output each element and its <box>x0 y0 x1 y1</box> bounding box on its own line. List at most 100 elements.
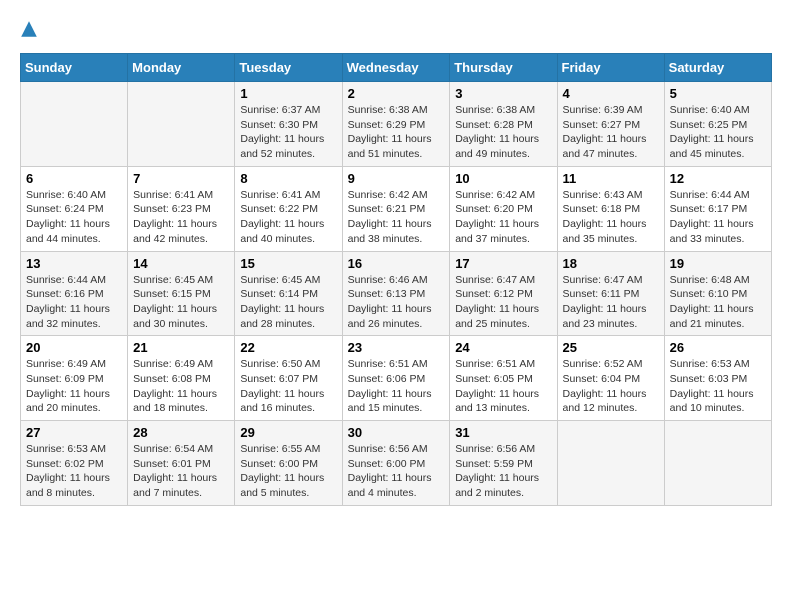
calendar-cell: 22Sunrise: 6:50 AMSunset: 6:07 PMDayligh… <box>235 336 342 421</box>
day-info: Sunrise: 6:56 AMSunset: 6:00 PMDaylight:… <box>348 442 445 501</box>
day-number: 13 <box>26 256 122 271</box>
day-number: 8 <box>240 171 336 186</box>
calendar-cell: 30Sunrise: 6:56 AMSunset: 6:00 PMDayligh… <box>342 421 450 506</box>
calendar-cell: 14 Sunrise: 6:45 AMSunset: 6:15 PMDayligh… <box>128 251 235 336</box>
day-info: Sunrise: 6:39 AMSunset: 6:27 PMDaylight:… <box>563 103 659 162</box>
day-info: Sunrise: 6:51 AMSunset: 6:06 PMDaylight:… <box>348 357 445 416</box>
week-row-3: 13 Sunrise: 6:44 AMSunset: 6:16 PMDayligh… <box>21 251 772 336</box>
calendar-cell: 5Sunrise: 6:40 AMSunset: 6:25 PMDaylight… <box>664 82 771 167</box>
calendar-body: 1Sunrise: 6:37 AMSunset: 6:30 PMDaylight… <box>21 82 772 506</box>
day-number: 21 <box>133 340 229 355</box>
day-number: 23 <box>348 340 445 355</box>
day-number: 24 <box>455 340 551 355</box>
day-info: Sunrise: 6:41 AMSunset: 6:22 PMDaylight:… <box>240 188 336 247</box>
day-info: Sunrise: 6:55 AMSunset: 6:00 PMDaylight:… <box>240 442 336 501</box>
day-number: 22 <box>240 340 336 355</box>
day-info: Sunrise: 6:40 AMSunset: 6:25 PMDaylight:… <box>670 103 766 162</box>
calendar-cell: 21 Sunrise: 6:49 AMSunset: 6:08 PMDayligh… <box>128 336 235 421</box>
logo <box>20 20 40 38</box>
calendar-cell: 11 Sunrise: 6:43 AMSunset: 6:18 PMDayligh… <box>557 166 664 251</box>
day-info: Sunrise: 6:47 AMSunset: 6:12 PMDaylight:… <box>455 273 551 332</box>
calendar-cell <box>21 82 128 167</box>
day-info: Sunrise: 6:42 AMSunset: 6:21 PMDaylight:… <box>348 188 445 247</box>
day-number: 1 <box>240 86 336 101</box>
day-info: Sunrise: 6:42 AMSunset: 6:20 PMDaylight:… <box>455 188 551 247</box>
calendar-cell: 31 Sunrise: 6:56 AMSunset: 5:59 PMDayligh… <box>450 421 557 506</box>
day-number: 14 <box>133 256 229 271</box>
week-row-2: 6 Sunrise: 6:40 AMSunset: 6:24 PMDaylight… <box>21 166 772 251</box>
day-info: Sunrise: 6:56 AMSunset: 5:59 PMDaylight:… <box>455 442 551 501</box>
calendar-cell: 2Sunrise: 6:38 AMSunset: 6:29 PMDaylight… <box>342 82 450 167</box>
day-number: 19 <box>670 256 766 271</box>
day-number: 25 <box>563 340 659 355</box>
day-info: Sunrise: 6:45 AMSunset: 6:14 PMDaylight:… <box>240 273 336 332</box>
day-number: 20 <box>26 340 122 355</box>
day-number: 4 <box>563 86 659 101</box>
day-info: Sunrise: 6:49 AMSunset: 6:08 PMDaylight:… <box>133 357 229 416</box>
calendar-cell <box>664 421 771 506</box>
calendar-cell: 7 Sunrise: 6:41 AMSunset: 6:23 PMDaylight… <box>128 166 235 251</box>
header-tuesday: Tuesday <box>235 54 342 82</box>
day-number: 9 <box>348 171 445 186</box>
calendar-cell: 16 Sunrise: 6:46 AMSunset: 6:13 PMDayligh… <box>342 251 450 336</box>
calendar-cell <box>557 421 664 506</box>
day-info: Sunrise: 6:41 AMSunset: 6:23 PMDaylight:… <box>133 188 229 247</box>
day-info: Sunrise: 6:44 AMSunset: 6:16 PMDaylight:… <box>26 273 122 332</box>
day-info: Sunrise: 6:46 AMSunset: 6:13 PMDaylight:… <box>348 273 445 332</box>
calendar-cell: 17Sunrise: 6:47 AMSunset: 6:12 PMDayligh… <box>450 251 557 336</box>
day-info: Sunrise: 6:45 AMSunset: 6:15 PMDaylight:… <box>133 273 229 332</box>
calendar-cell: 15Sunrise: 6:45 AMSunset: 6:14 PMDayligh… <box>235 251 342 336</box>
day-info: Sunrise: 6:53 AMSunset: 6:03 PMDaylight:… <box>670 357 766 416</box>
day-info: Sunrise: 6:49 AMSunset: 6:09 PMDaylight:… <box>26 357 122 416</box>
calendar-cell: 25 Sunrise: 6:52 AMSunset: 6:04 PMDayligh… <box>557 336 664 421</box>
calendar-header-row: SundayMondayTuesdayWednesdayThursdayFrid… <box>21 54 772 82</box>
calendar-cell: 28Sunrise: 6:54 AMSunset: 6:01 PMDayligh… <box>128 421 235 506</box>
logo-icon <box>20 20 38 38</box>
calendar-cell: 19Sunrise: 6:48 AMSunset: 6:10 PMDayligh… <box>664 251 771 336</box>
calendar-cell: 20 Sunrise: 6:49 AMSunset: 6:09 PMDayligh… <box>21 336 128 421</box>
calendar-table: SundayMondayTuesdayWednesdayThursdayFrid… <box>20 53 772 506</box>
calendar-cell <box>128 82 235 167</box>
day-number: 7 <box>133 171 229 186</box>
page-header <box>20 20 772 38</box>
header-saturday: Saturday <box>664 54 771 82</box>
day-info: Sunrise: 6:52 AMSunset: 6:04 PMDaylight:… <box>563 357 659 416</box>
calendar-cell: 1Sunrise: 6:37 AMSunset: 6:30 PMDaylight… <box>235 82 342 167</box>
day-number: 10 <box>455 171 551 186</box>
day-info: Sunrise: 6:51 AMSunset: 6:05 PMDaylight:… <box>455 357 551 416</box>
week-row-4: 20 Sunrise: 6:49 AMSunset: 6:09 PMDayligh… <box>21 336 772 421</box>
week-row-1: 1Sunrise: 6:37 AMSunset: 6:30 PMDaylight… <box>21 82 772 167</box>
week-row-5: 27 Sunrise: 6:53 AMSunset: 6:02 PMDayligh… <box>21 421 772 506</box>
day-info: Sunrise: 6:54 AMSunset: 6:01 PMDaylight:… <box>133 442 229 501</box>
header-monday: Monday <box>128 54 235 82</box>
header-sunday: Sunday <box>21 54 128 82</box>
day-number: 31 <box>455 425 551 440</box>
day-info: Sunrise: 6:38 AMSunset: 6:28 PMDaylight:… <box>455 103 551 162</box>
day-number: 6 <box>26 171 122 186</box>
calendar-cell: 24 Sunrise: 6:51 AMSunset: 6:05 PMDayligh… <box>450 336 557 421</box>
calendar-cell: 3 Sunrise: 6:38 AMSunset: 6:28 PMDaylight… <box>450 82 557 167</box>
day-info: Sunrise: 6:40 AMSunset: 6:24 PMDaylight:… <box>26 188 122 247</box>
header-wednesday: Wednesday <box>342 54 450 82</box>
calendar-cell: 27 Sunrise: 6:53 AMSunset: 6:02 PMDayligh… <box>21 421 128 506</box>
day-number: 18 <box>563 256 659 271</box>
header-friday: Friday <box>557 54 664 82</box>
day-info: Sunrise: 6:43 AMSunset: 6:18 PMDaylight:… <box>563 188 659 247</box>
day-info: Sunrise: 6:47 AMSunset: 6:11 PMDaylight:… <box>563 273 659 332</box>
calendar-cell: 23 Sunrise: 6:51 AMSunset: 6:06 PMDayligh… <box>342 336 450 421</box>
day-info: Sunrise: 6:53 AMSunset: 6:02 PMDaylight:… <box>26 442 122 501</box>
day-info: Sunrise: 6:44 AMSunset: 6:17 PMDaylight:… <box>670 188 766 247</box>
calendar-cell: 26Sunrise: 6:53 AMSunset: 6:03 PMDayligh… <box>664 336 771 421</box>
header-thursday: Thursday <box>450 54 557 82</box>
day-number: 12 <box>670 171 766 186</box>
day-number: 29 <box>240 425 336 440</box>
day-number: 16 <box>348 256 445 271</box>
day-number: 27 <box>26 425 122 440</box>
calendar-cell: 29 Sunrise: 6:55 AMSunset: 6:00 PMDayligh… <box>235 421 342 506</box>
day-number: 3 <box>455 86 551 101</box>
day-number: 11 <box>563 171 659 186</box>
calendar-cell: 13 Sunrise: 6:44 AMSunset: 6:16 PMDayligh… <box>21 251 128 336</box>
calendar-cell: 12 Sunrise: 6:44 AMSunset: 6:17 PMDayligh… <box>664 166 771 251</box>
day-info: Sunrise: 6:38 AMSunset: 6:29 PMDaylight:… <box>348 103 445 162</box>
calendar-cell: 10 Sunrise: 6:42 AMSunset: 6:20 PMDayligh… <box>450 166 557 251</box>
